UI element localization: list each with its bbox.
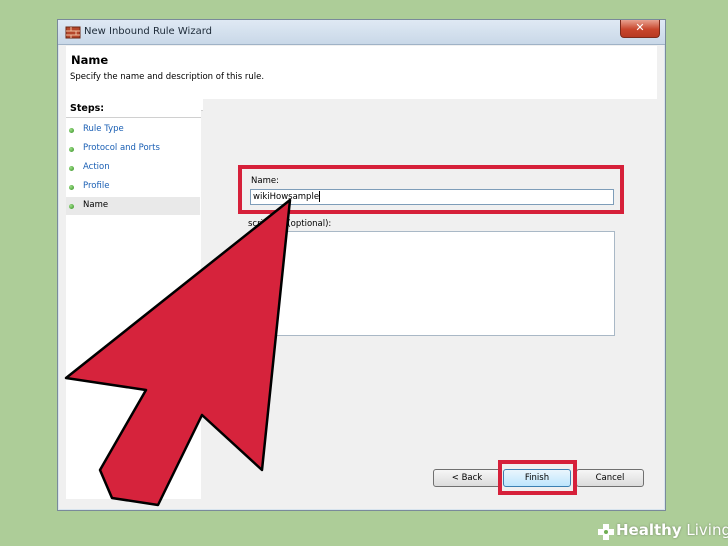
brand-name: Healthy Living: [616, 521, 728, 539]
step-rule-type[interactable]: Rule Type: [66, 121, 200, 139]
step-complete-icon: [69, 147, 74, 152]
step-complete-icon: [69, 128, 74, 133]
step-label: Protocol and Ports: [83, 143, 160, 153]
step-label: Action: [83, 162, 110, 172]
step-action[interactable]: Action: [66, 159, 200, 177]
back-button[interactable]: < Back: [433, 469, 501, 487]
name-highlight-box: [238, 165, 624, 214]
steps-title: Steps:: [70, 103, 105, 114]
title-bar[interactable]: New Inbound Rule Wizard ✕: [58, 20, 665, 45]
step-protocol-and-ports[interactable]: Protocol and Ports: [66, 140, 200, 158]
step-label: Profile: [83, 181, 110, 191]
step-current-icon: [69, 204, 74, 209]
step-profile[interactable]: Profile: [66, 178, 200, 196]
finish-highlight-box: [498, 460, 577, 495]
step-name[interactable]: Name: [66, 197, 200, 215]
firewall-icon: [65, 26, 81, 39]
brand-name-part1: Healthy: [616, 521, 682, 539]
step-complete-icon: [69, 185, 74, 190]
step-label: Rule Type: [83, 124, 124, 134]
brand-name-part2: Living: [681, 521, 728, 539]
step-complete-icon: [69, 166, 74, 171]
close-icon: ✕: [635, 21, 645, 34]
window-title: New Inbound Rule Wizard: [84, 26, 212, 37]
page-description: Specify the name and description of this…: [70, 72, 265, 82]
page-title: Name: [71, 53, 109, 67]
cancel-button[interactable]: Cancel: [576, 469, 644, 487]
plus-leaf-icon: [598, 524, 614, 540]
steps-divider: [66, 117, 201, 118]
description-label: scription (optional):: [248, 219, 332, 229]
description-textarea[interactable]: [250, 231, 615, 336]
steps-pane: Steps: Rule Type Protocol and Ports Acti…: [66, 99, 201, 499]
step-label: Name: [83, 200, 109, 210]
close-button[interactable]: ✕: [620, 20, 660, 38]
